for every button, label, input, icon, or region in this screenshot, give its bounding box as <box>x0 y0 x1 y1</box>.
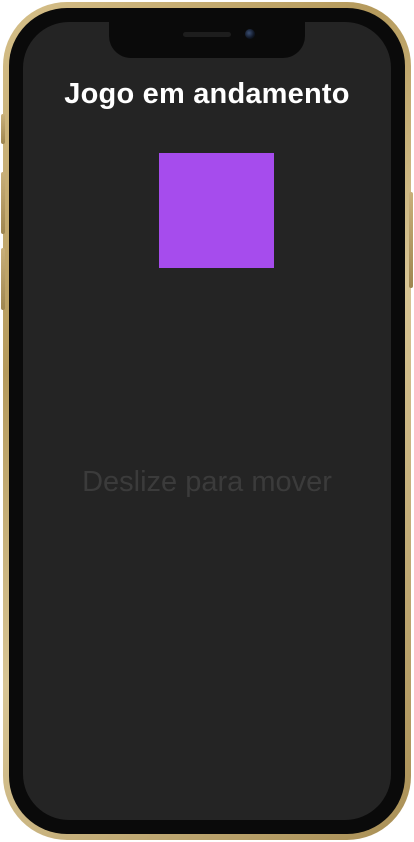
page-title: Jogo em andamento <box>64 78 350 110</box>
app-screen[interactable]: Jogo em andamento Deslize para mover <box>23 22 391 820</box>
notch <box>109 22 305 58</box>
front-camera-icon <box>245 29 255 39</box>
volume-down-button <box>1 248 5 310</box>
swipe-hint: Deslize para mover <box>82 466 332 498</box>
speaker-grille <box>183 32 231 37</box>
silent-switch <box>1 114 5 144</box>
game-square[interactable] <box>159 153 274 268</box>
volume-up-button <box>1 172 5 234</box>
phone-frame: Jogo em andamento Deslize para mover <box>1 2 413 840</box>
power-button <box>409 192 413 288</box>
phone-bezel: Jogo em andamento Deslize para mover <box>9 8 405 834</box>
